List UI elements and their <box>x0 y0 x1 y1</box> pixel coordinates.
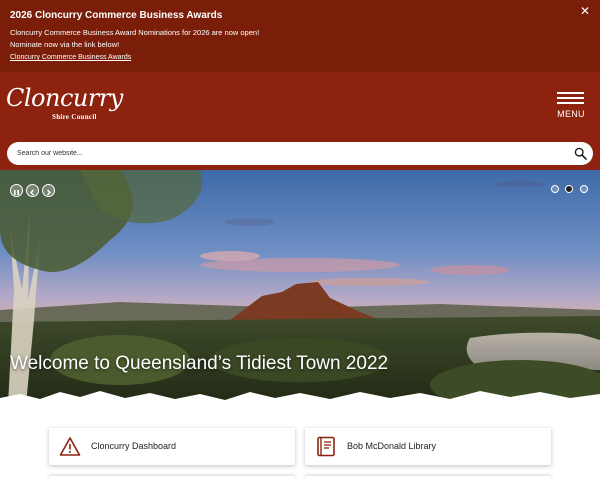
hero-title: Welcome to Queensland’s Tidiest Town 202… <box>10 353 389 374</box>
alert-link[interactable]: Cloncurry Commerce Business Awards <box>10 54 131 61</box>
slide-dot-2[interactable] <box>565 185 573 193</box>
quick-link-library[interactable]: Bob McDonald Library <box>305 428 551 465</box>
alert-text: Cloncurry Commerce Business Award Nomina… <box>10 27 430 51</box>
logo-subtitle: Shire Council <box>52 113 97 121</box>
search-icon[interactable] <box>574 147 587 160</box>
quick-link-label: Bob McDonald Library <box>347 441 437 451</box>
pause-icon[interactable] <box>10 184 23 197</box>
quick-link-card[interactable] <box>49 476 295 480</box>
menu-button[interactable]: MENU <box>556 92 586 120</box>
alert-line-2: Nominate now via the link below! <box>10 40 120 49</box>
alert-banner: 2026 Cloncurry Commerce Business Awards … <box>0 0 600 72</box>
close-icon[interactable]: ✕ <box>578 4 592 18</box>
quick-link-card[interactable] <box>305 476 551 480</box>
next-icon[interactable] <box>42 184 55 197</box>
quick-link-dashboard[interactable]: Cloncurry Dashboard <box>49 428 295 465</box>
logo-wordmark: Cloncurry <box>6 84 123 112</box>
quick-link-label: Cloncurry Dashboard <box>91 441 177 451</box>
book-icon <box>317 436 335 457</box>
warning-icon <box>59 437 81 456</box>
alert-line-1: Cloncurry Commerce Business Award Nomina… <box>10 28 260 37</box>
menu-label: MENU <box>557 109 585 119</box>
prev-icon[interactable] <box>26 184 39 197</box>
hero-slider: Welcome to Queensland’s Tidiest Town 202… <box>0 170 600 405</box>
slide-dot-3[interactable] <box>580 185 588 193</box>
slide-dot-1[interactable] <box>551 185 559 193</box>
search-bar <box>7 142 593 165</box>
search-input[interactable] <box>17 145 557 162</box>
site-logo[interactable]: Cloncurry Shire Council <box>6 84 123 128</box>
alert-title: 2026 Cloncurry Commerce Business Awards <box>10 10 223 21</box>
